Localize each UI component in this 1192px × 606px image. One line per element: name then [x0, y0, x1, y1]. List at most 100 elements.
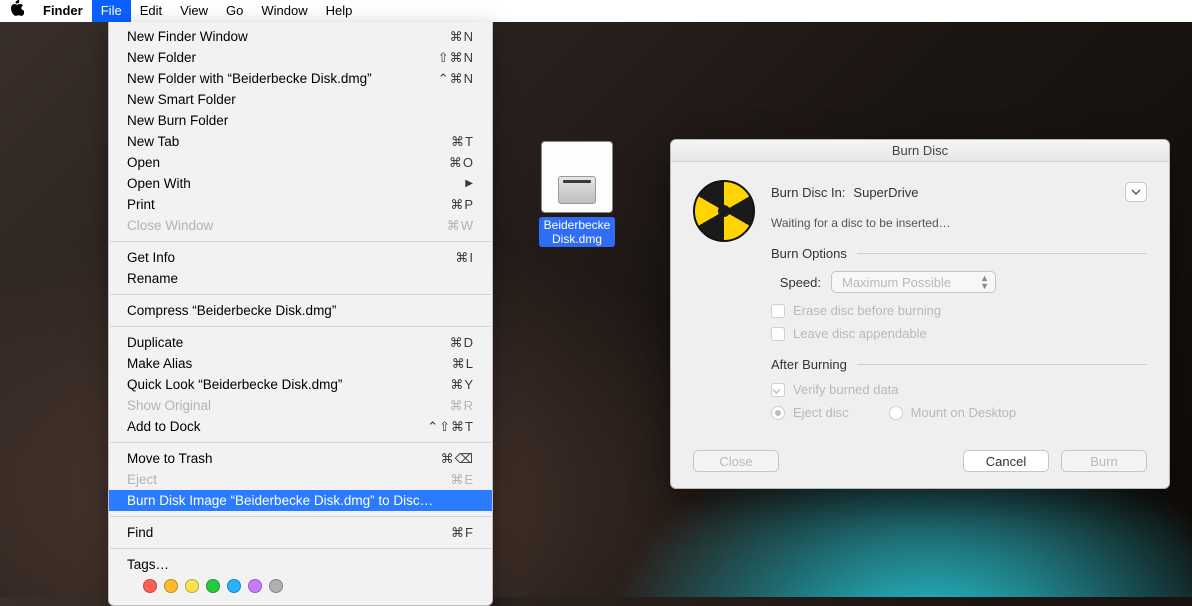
cancel-button[interactable]: Cancel	[963, 450, 1049, 472]
menu-item[interactable]: New Tab⌘T	[109, 131, 492, 152]
menu-item-label: Get Info	[127, 249, 455, 267]
menu-item: Show Original⌘R	[109, 395, 492, 416]
menu-separator	[110, 442, 491, 443]
dialog-title: Burn Disc	[671, 140, 1169, 162]
menu-item-label: Open With	[127, 175, 465, 193]
drive-value: SuperDrive	[853, 185, 918, 200]
tag-dot[interactable]	[248, 579, 262, 593]
chevron-down-icon	[1131, 189, 1141, 195]
menu-item-label: New Burn Folder	[127, 112, 474, 130]
menu-item[interactable]: New Folder with “Beiderbecke Disk.dmg”⌃⌘…	[109, 68, 492, 89]
menu-item-shortcut: ⌃⇧⌘T	[427, 418, 474, 436]
menu-item-shortcut: ⌘W	[447, 217, 474, 235]
burn-button[interactable]: Burn	[1061, 450, 1147, 472]
menu-item-label: Rename	[127, 270, 474, 288]
menu-item[interactable]: Add to Dock⌃⇧⌘T	[109, 416, 492, 437]
menubar-item-window[interactable]: Window	[252, 0, 316, 22]
erase-checkbox[interactable]: Erase disc before burning	[771, 303, 1147, 318]
updown-icon: ▲▼	[980, 274, 989, 290]
menu-item[interactable]: Move to Trash⌘⌫	[109, 448, 492, 469]
menu-item-shortcut: ⌘T	[451, 133, 474, 151]
menu-item-shortcut: ⌘P	[450, 196, 474, 214]
menubar-app[interactable]: Finder	[34, 0, 92, 22]
menubar-item-view[interactable]: View	[171, 0, 217, 22]
close-button[interactable]: Close	[693, 450, 779, 472]
menu-item[interactable]: Make Alias⌘L	[109, 353, 492, 374]
menubar-item-edit[interactable]: Edit	[131, 0, 171, 22]
tag-dot[interactable]	[269, 579, 283, 593]
menu-item[interactable]: New Finder Window⌘N	[109, 26, 492, 47]
tag-dot[interactable]	[143, 579, 157, 593]
file-menu: New Finder Window⌘NNew Folder⇧⌘NNew Fold…	[108, 22, 493, 606]
drive-label: Burn Disc In:	[771, 185, 845, 200]
menu-item-label: Print	[127, 196, 450, 214]
menu-item[interactable]: Print⌘P	[109, 194, 492, 215]
menu-item-label: New Folder with “Beiderbecke Disk.dmg”	[127, 70, 438, 88]
menu-item-label: Eject	[127, 471, 450, 489]
menu-item[interactable]: Open⌘O	[109, 152, 492, 173]
desktop-file[interactable]: Beiderbecke Disk.dmg	[539, 141, 615, 247]
apple-menu[interactable]	[8, 0, 34, 22]
menu-item-label: Quick Look “Beiderbecke Disk.dmg”	[127, 376, 450, 394]
dmg-icon	[541, 141, 613, 213]
menu-item[interactable]: Rename	[109, 268, 492, 289]
menu-item-shortcut: ▶	[465, 175, 474, 193]
menu-item-label: Open	[127, 154, 449, 172]
tag-dot[interactable]	[185, 579, 199, 593]
menubar: Finder File Edit View Go Window Help	[0, 0, 1192, 22]
menu-item[interactable]: New Folder⇧⌘N	[109, 47, 492, 68]
tag-dot[interactable]	[164, 579, 178, 593]
menu-item-shortcut: ⌘O	[449, 154, 474, 172]
menu-item[interactable]: Find⌘F	[109, 522, 492, 543]
menu-item-shortcut: ⌘E	[450, 471, 474, 489]
menu-item-label: Compress “Beiderbecke Disk.dmg”	[127, 302, 474, 320]
speed-value: Maximum Possible	[842, 275, 951, 290]
burn-options-header: Burn Options	[771, 246, 847, 261]
menu-item[interactable]: Duplicate⌘D	[109, 332, 492, 353]
menu-item-label: New Folder	[127, 49, 438, 67]
menu-item-shortcut: ⇧⌘N	[438, 49, 474, 67]
menubar-item-file[interactable]: File	[92, 0, 131, 22]
desktop-file-label: Beiderbecke Disk.dmg	[539, 217, 615, 247]
menu-item-shortcut: ⌘⌫	[441, 450, 474, 468]
tag-dot[interactable]	[206, 579, 220, 593]
menu-separator	[110, 326, 491, 327]
menu-item-label: New Tab	[127, 133, 451, 151]
after-burning-header: After Burning	[771, 357, 847, 372]
speed-select[interactable]: Maximum Possible ▲▼	[831, 271, 996, 293]
menu-item[interactable]: Get Info⌘I	[109, 247, 492, 268]
menu-item[interactable]: Tags…	[109, 554, 492, 575]
menu-item[interactable]: New Smart Folder	[109, 89, 492, 110]
appendable-checkbox[interactable]: Leave disc appendable	[771, 326, 1147, 341]
menu-item-shortcut: ⌘F	[451, 524, 474, 542]
menu-item-label: Close Window	[127, 217, 447, 235]
apple-icon	[10, 0, 24, 16]
tag-dot[interactable]	[227, 579, 241, 593]
speed-label: Speed:	[771, 275, 821, 290]
details-toggle[interactable]	[1125, 182, 1147, 202]
mount-radio[interactable]: Mount on Desktop	[889, 405, 1017, 420]
menu-item[interactable]: New Burn Folder	[109, 110, 492, 131]
menu-item[interactable]: Open With▶	[109, 173, 492, 194]
menu-separator	[110, 516, 491, 517]
menubar-item-go[interactable]: Go	[217, 0, 252, 22]
menubar-item-help[interactable]: Help	[317, 0, 362, 22]
menu-item-label: New Finder Window	[127, 28, 450, 46]
verify-checkbox[interactable]: Verify burned data	[771, 382, 1147, 397]
menu-item: Eject⌘E	[109, 469, 492, 490]
menu-item-label: Burn Disk Image “Beiderbecke Disk.dmg” t…	[127, 492, 474, 510]
tags-row	[109, 575, 492, 601]
menu-item[interactable]: Quick Look “Beiderbecke Disk.dmg”⌘Y	[109, 374, 492, 395]
menu-item-shortcut: ⌃⌘N	[438, 70, 474, 88]
eject-radio[interactable]: Eject disc	[771, 405, 849, 420]
menu-item-label: Tags…	[127, 556, 474, 574]
menu-item-label: Find	[127, 524, 451, 542]
menu-item-shortcut: ⌘N	[450, 28, 474, 46]
menu-separator	[110, 241, 491, 242]
menu-item-label: Show Original	[127, 397, 450, 415]
status-text: Waiting for a disc to be inserted…	[771, 216, 1147, 230]
menu-item[interactable]: Compress “Beiderbecke Disk.dmg”	[109, 300, 492, 321]
menu-item-shortcut: ⌘Y	[450, 376, 474, 394]
burn-icon	[693, 180, 755, 242]
menu-item[interactable]: Burn Disk Image “Beiderbecke Disk.dmg” t…	[109, 490, 492, 511]
